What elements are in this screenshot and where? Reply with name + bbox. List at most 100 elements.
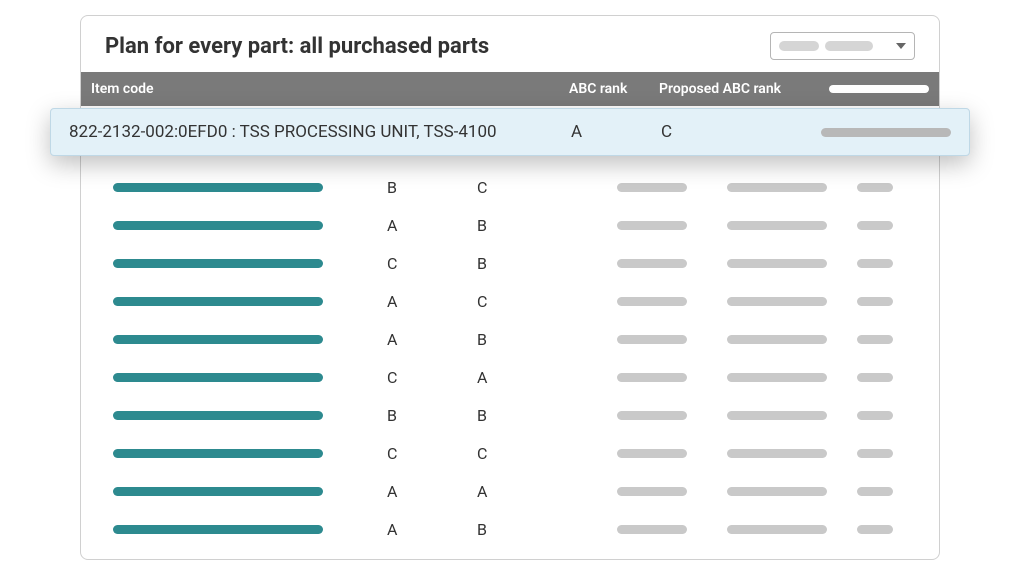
placeholder-cell (857, 449, 940, 458)
proposed-abc-rank-cell: B (477, 520, 617, 539)
item-code-cell (87, 259, 387, 268)
abc-rank-cell: B (387, 406, 477, 425)
placeholder-bar (857, 487, 893, 496)
placeholder-cell (617, 525, 727, 534)
item-code-cell (87, 525, 387, 534)
table-row[interactable]: CB (81, 244, 939, 282)
abc-rank-cell: C (387, 368, 477, 387)
item-code-placeholder (113, 525, 323, 534)
proposed-abc-rank-cell: B (477, 558, 617, 561)
placeholder-bar (857, 335, 893, 344)
dropdown-placeholder (825, 41, 873, 51)
abc-rank-cell: A (387, 216, 477, 235)
proposed-abc-rank-cell: C (477, 178, 617, 197)
table-row[interactable]: CC (81, 434, 939, 472)
dropdown-placeholder (779, 41, 819, 51)
item-code-cell (87, 297, 387, 306)
placeholder-cell (617, 487, 727, 496)
table-header: Item code ABC rank Proposed ABC rank (81, 72, 939, 106)
placeholder-bar (857, 449, 893, 458)
abc-rank-cell: A (387, 292, 477, 311)
table-row[interactable]: BC (81, 168, 939, 206)
placeholder-cell (617, 297, 727, 306)
placeholder-cell (727, 525, 857, 534)
placeholder-bar (727, 335, 827, 344)
parts-card: Plan for every part: all purchased parts… (80, 15, 940, 560)
placeholder-cell (857, 373, 940, 382)
placeholder-bar (857, 183, 893, 192)
table-row[interactable]: AA (81, 472, 939, 510)
placeholder-bar (857, 373, 893, 382)
placeholder-bar (857, 221, 893, 230)
placeholder-bar (617, 373, 687, 382)
placeholder-cell (857, 183, 940, 192)
placeholder-bar (727, 411, 827, 420)
placeholder-cell (727, 487, 857, 496)
item-code-placeholder (113, 335, 323, 344)
table-row[interactable]: AB (81, 548, 939, 560)
item-code-placeholder (113, 297, 323, 306)
placeholder-bar (727, 297, 827, 306)
abc-rank-cell: C (387, 444, 477, 463)
placeholder-cell (727, 449, 857, 458)
placeholder-cell (617, 335, 727, 344)
abc-rank-cell: A (387, 558, 477, 561)
placeholder-bar (617, 335, 687, 344)
proposed-abc-rank-cell: A (477, 368, 617, 387)
placeholder-bar (727, 449, 827, 458)
placeholder-cell (727, 297, 857, 306)
placeholder-bar (727, 525, 827, 534)
item-code-cell (87, 221, 387, 230)
proposed-abc-rank-cell: B (477, 216, 617, 235)
placeholder-cell (857, 259, 940, 268)
placeholder-cell (857, 411, 940, 420)
proposed-abc-rank-cell: C (477, 292, 617, 311)
placeholder-cell (727, 221, 857, 230)
highlight-action-placeholder (821, 128, 951, 137)
placeholder-cell (727, 335, 857, 344)
abc-rank-cell: B (387, 178, 477, 197)
placeholder-bar (617, 259, 687, 268)
proposed-abc-rank-cell: C (477, 444, 617, 463)
table-body: BCABCBACABCABBCCAAABAB (81, 106, 939, 560)
item-code-placeholder (113, 487, 323, 496)
item-code-placeholder (113, 259, 323, 268)
placeholder-cell (727, 259, 857, 268)
page-title: Plan for every part: all purchased parts (105, 34, 489, 59)
table-row[interactable]: BB (81, 396, 939, 434)
abc-rank-cell: C (387, 254, 477, 273)
highlight-abc-rank: A (571, 122, 661, 142)
item-code-cell (87, 335, 387, 344)
placeholder-cell (617, 259, 727, 268)
item-code-cell (87, 183, 387, 192)
item-code-placeholder (113, 449, 323, 458)
item-code-placeholder (113, 411, 323, 420)
item-code-placeholder (113, 183, 323, 192)
placeholder-bar (857, 259, 893, 268)
placeholder-bar (617, 183, 687, 192)
placeholder-bar (617, 411, 687, 420)
table-row[interactable]: AB (81, 320, 939, 358)
item-code-cell (87, 487, 387, 496)
item-code-cell (87, 411, 387, 420)
highlighted-row[interactable]: 822-2132-002:0EFD0 : TSS PROCESSING UNIT… (50, 108, 970, 156)
table-row[interactable]: AB (81, 510, 939, 548)
placeholder-cell (727, 183, 857, 192)
placeholder-bar (617, 487, 687, 496)
placeholder-cell (857, 221, 940, 230)
column-placeholder (829, 85, 929, 93)
filter-dropdown[interactable] (770, 32, 915, 60)
placeholder-cell (727, 373, 857, 382)
placeholder-cell (617, 221, 727, 230)
placeholder-bar (727, 373, 827, 382)
table-row[interactable]: CA (81, 358, 939, 396)
column-item-code: Item code (87, 81, 319, 97)
table-row[interactable]: AB (81, 206, 939, 244)
placeholder-bar (617, 221, 687, 230)
placeholder-bar (727, 259, 827, 268)
table-row[interactable]: AC (81, 282, 939, 320)
placeholder-bar (857, 297, 893, 306)
placeholder-bar (727, 487, 827, 496)
placeholder-bar (857, 525, 893, 534)
placeholder-cell (617, 411, 727, 420)
